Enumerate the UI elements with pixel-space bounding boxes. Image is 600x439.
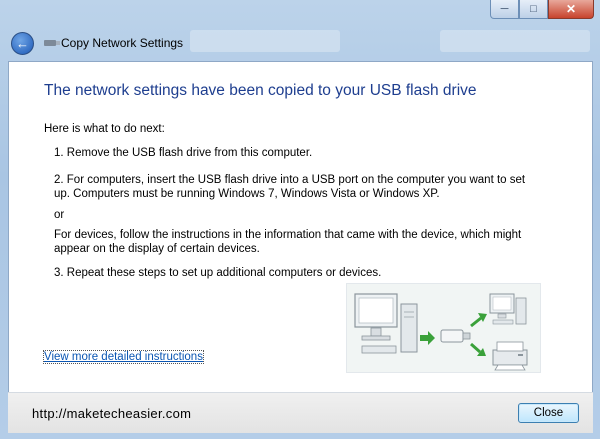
usb-drive-icon: [44, 40, 60, 46]
step-3-text: 3. Repeat these steps to set up addition…: [54, 267, 382, 279]
devices-line-1: For devices, follow the instructions in …: [54, 229, 522, 241]
small-computer-icon: [489, 293, 527, 325]
minimize-icon: ─: [500, 2, 509, 15]
setup-illustration-svg: [354, 293, 528, 371]
page-heading: The network settings have been copied to…: [44, 82, 477, 99]
caption-buttons: ─ □ ✕: [490, 0, 594, 20]
content-panel: The network settings have been copied to…: [8, 61, 593, 394]
dialog-footer: http://maketecheasier.com Close: [8, 392, 593, 433]
close-icon: ✕: [565, 2, 577, 16]
close-window-button[interactable]: ✕: [548, 0, 594, 19]
step-2-line-2: up. Computers must be running Windows 7,…: [54, 188, 440, 200]
dialog-window: ─ □ ✕ ← Copy Network Settings The networ…: [0, 0, 600, 439]
computer-icon: [354, 293, 418, 354]
blurred-search-box: [440, 30, 590, 52]
step-2-line-1: 2. For computers, insert the USB flash d…: [54, 174, 526, 186]
close-button[interactable]: Close: [518, 403, 579, 423]
back-button[interactable]: ←: [11, 32, 34, 55]
usb-flash-drive-icon: [440, 329, 471, 343]
printer-icon: [492, 341, 528, 371]
blurred-address-segment: [190, 30, 340, 52]
green-arrow-down-icon: [470, 342, 486, 356]
setup-illustration: [346, 283, 541, 373]
step-1-text: 1. Remove the USB flash drive from this …: [54, 147, 313, 159]
green-arrow-icon: [420, 331, 435, 345]
intro-text: Here is what to do next:: [44, 123, 165, 135]
minimize-button[interactable]: ─: [490, 0, 519, 19]
or-text: or: [54, 209, 65, 221]
maximize-icon: □: [530, 2, 537, 15]
devices-line-2: appear on the display of certain devices…: [54, 243, 260, 255]
watermark-url-text: http://maketecheasier.com: [32, 406, 192, 421]
green-arrow-up-icon: [470, 313, 487, 328]
window-title: Copy Network Settings: [61, 36, 184, 50]
maximize-button[interactable]: □: [519, 0, 548, 19]
back-arrow-icon: ←: [16, 35, 29, 51]
more-instructions-link[interactable]: View more detailed instructions: [43, 350, 204, 364]
